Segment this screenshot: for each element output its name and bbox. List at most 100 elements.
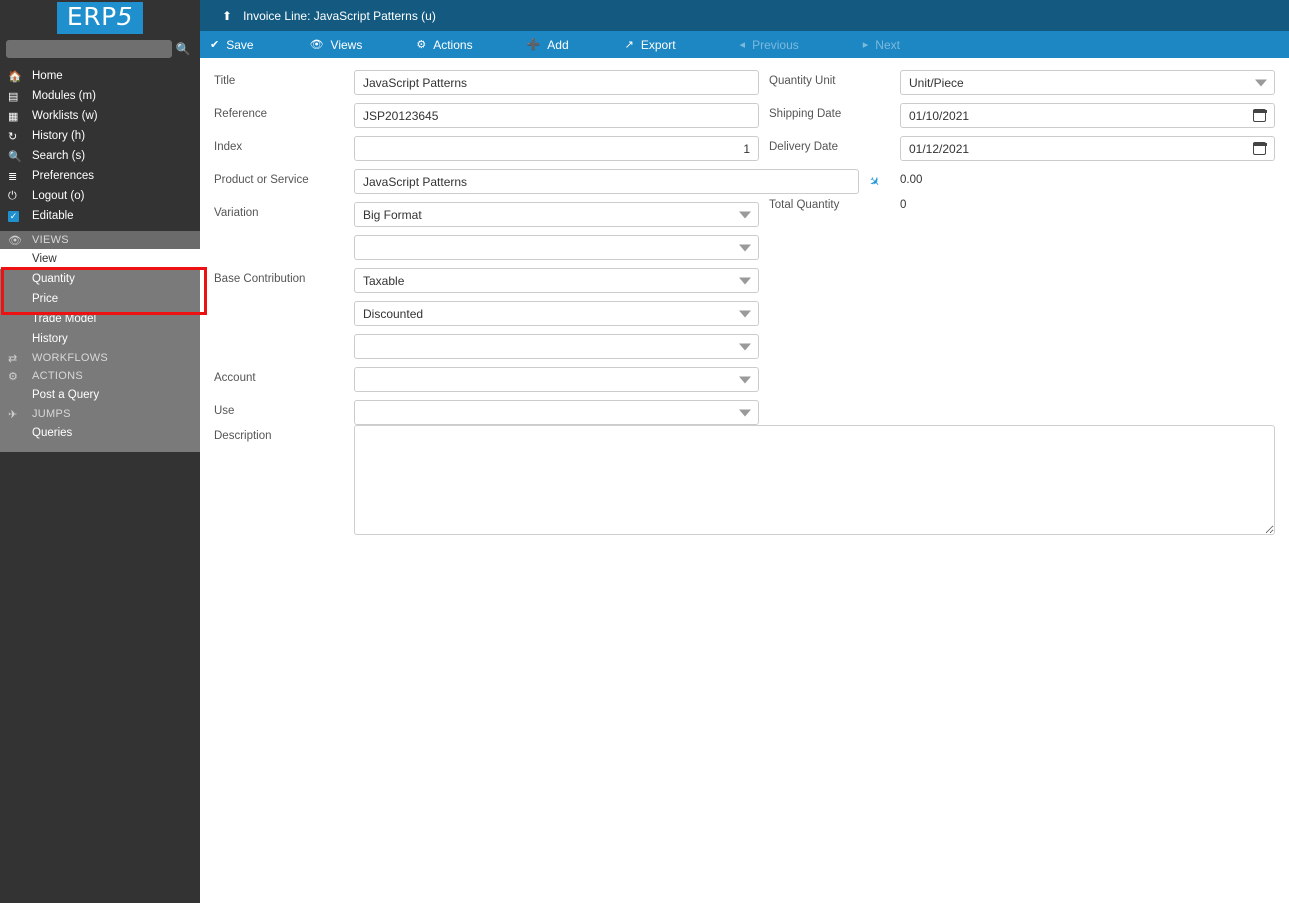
base-contribution-select-1[interactable]: Taxable — [354, 268, 759, 293]
sidebar-item-quantity[interactable]: Quantity — [0, 269, 200, 289]
use-select[interactable] — [354, 400, 759, 425]
index-input[interactable] — [354, 136, 759, 161]
base-contribution-select-2[interactable]: Discounted — [354, 301, 759, 326]
reference-input[interactable] — [354, 103, 759, 128]
field-use: Use — [214, 400, 759, 425]
previous-button[interactable]: ◂ Previous — [730, 31, 809, 58]
sidebar-item-logout[interactable]: ⏻ Logout (o) — [0, 186, 200, 206]
sub-item-label: Price — [32, 293, 59, 305]
sub-item-label: Trade Model — [32, 313, 97, 325]
sidebar-item-history-view[interactable]: History — [0, 329, 200, 349]
sub-item-label: History — [32, 333, 68, 345]
variation-select-1[interactable]: Big Format — [354, 202, 759, 227]
actions-button[interactable]: ⚙ Actions — [406, 31, 482, 58]
search-icon[interactable]: 🔍 — [172, 39, 194, 59]
date-value: 01/12/2021 — [909, 141, 970, 156]
sidebar-item-label: Modules (m) — [32, 90, 96, 102]
account-select[interactable] — [354, 367, 759, 392]
sidebar-item-history[interactable]: ↻ History (h) — [0, 126, 200, 146]
field-index: Index — [214, 136, 759, 161]
sidebar-item-preferences[interactable]: ≣ Preferences — [0, 166, 200, 186]
sidebar-section-workflows[interactable]: ⇄ WORKFLOWS — [0, 349, 200, 367]
sidebar-section-actions[interactable]: ⚙ ACTIONS — [0, 367, 200, 385]
field-label: Product or Service — [214, 174, 309, 186]
sidebar-item-queries[interactable]: Queries — [0, 423, 200, 443]
field-label: Description — [214, 430, 272, 442]
erp5-logo[interactable]: ERP5 — [0, 0, 200, 34]
search-input[interactable] — [6, 40, 172, 58]
button-label: Save — [226, 37, 254, 52]
field-label: Total Quantity — [769, 199, 840, 211]
invoice-line-form: Title Reference Index — [200, 58, 1289, 433]
sidebar-panel: 👁 VIEWS View Quantity Price Trade Model … — [0, 231, 200, 452]
eye-icon: 👁 — [8, 234, 23, 247]
description-textarea[interactable] — [354, 425, 1275, 535]
field-label: Base Contribution — [214, 273, 306, 285]
form-column-right: Quantity Unit Unit/Piece Shipping Date 0… — [759, 70, 1275, 433]
page-titlebar: ⬆ Invoice Line: JavaScript Patterns (u) — [200, 0, 1289, 31]
delivery-date-input[interactable]: 01/12/2021 — [900, 136, 1275, 161]
sidebar-section-views[interactable]: 👁 VIEWS — [0, 231, 200, 249]
sidebar-search: 🔍 — [0, 38, 200, 60]
product-or-service-input[interactable] — [354, 169, 859, 194]
sidebar-item-label: History (h) — [32, 130, 86, 142]
logo-suffix: 5 — [116, 2, 134, 31]
variation-select-2[interactable] — [354, 235, 759, 260]
sidebar-item-post-a-query[interactable]: Post a Query — [0, 385, 200, 405]
save-button[interactable]: ✔ Save — [200, 31, 264, 58]
logo-prefix: ERP — [66, 2, 117, 31]
sidebar-item-trade-model[interactable]: Trade Model — [0, 309, 200, 329]
sidebar-item-label: Worklists (w) — [32, 110, 98, 122]
views-button[interactable]: 👁 Views — [300, 31, 373, 58]
chevron-down-icon — [739, 277, 751, 284]
sub-item-label: Queries — [32, 427, 73, 439]
sidebar-item-editable[interactable]: ✓ Editable — [0, 206, 200, 226]
field-description: Description — [200, 425, 1289, 540]
selected-value: Taxable — [363, 273, 405, 288]
page-title: Invoice Line: JavaScript Patterns (u) — [243, 8, 436, 23]
sidebar-item-view[interactable]: View — [0, 249, 200, 269]
quantity-unit-select[interactable]: Unit/Piece — [900, 70, 1275, 95]
add-button[interactable]: ➕ Add — [517, 31, 579, 58]
field-label: Delivery Date — [769, 141, 839, 153]
sidebar-item-label: Logout (o) — [32, 190, 85, 202]
calendar-icon[interactable] — [1252, 109, 1267, 122]
sidebar-item-worklists[interactable]: ▦ Worklists (w) — [0, 106, 200, 126]
next-button[interactable]: ▸ Next — [853, 31, 910, 58]
sidebar-section-jumps[interactable]: ✈ JUMPS — [0, 405, 200, 423]
title-input[interactable] — [354, 70, 759, 95]
base-contribution-select-3[interactable] — [354, 334, 759, 359]
history-icon: ↻ — [8, 130, 18, 143]
button-label: Export — [640, 37, 676, 52]
total-quantity-value: 0 — [900, 199, 907, 211]
selected-value: Big Format — [363, 207, 422, 222]
checkbox-checked-icon[interactable]: ✓ — [8, 210, 32, 222]
calendar-icon[interactable] — [1252, 142, 1267, 155]
section-label: JUMPS — [32, 408, 71, 420]
field-label: Shipping Date — [769, 108, 842, 120]
up-arrow-icon[interactable]: ⬆ — [222, 9, 232, 23]
sidebar-item-home[interactable]: 🏠 Home — [0, 66, 200, 86]
shipping-date-input[interactable]: 01/10/2021 — [900, 103, 1275, 128]
sidebar-item-modules[interactable]: ▤ Modules (m) — [0, 86, 200, 106]
airplane-icon: ✈ — [8, 408, 18, 421]
field-label: Reference — [214, 108, 268, 120]
eye-icon: 👁 — [309, 39, 324, 51]
sidebar-item-search[interactable]: 🔍 Search (s) — [0, 146, 200, 166]
button-label: Actions — [433, 37, 473, 52]
export-button[interactable]: ↗ Export — [615, 31, 686, 58]
worklists-icon: ▦ — [8, 110, 19, 123]
field-reference: Reference — [214, 103, 759, 128]
home-icon: 🏠 — [8, 70, 22, 83]
field-shipping-date: Shipping Date 01/10/2021 — [769, 103, 1275, 128]
gears-icon: ⚙ — [8, 370, 19, 383]
modules-icon: ▤ — [8, 90, 19, 103]
prev-arrow-icon: ◂ — [739, 39, 746, 51]
button-label: Next — [875, 37, 900, 52]
selected-value: Unit/Piece — [909, 75, 964, 90]
field-total-quantity: Total Quantity 0 — [769, 194, 1275, 211]
sidebar-item-price[interactable]: Price — [0, 289, 200, 309]
export-icon: ↗ — [624, 39, 634, 51]
button-label: Views — [330, 37, 363, 52]
sub-item-label: Quantity — [32, 273, 75, 285]
